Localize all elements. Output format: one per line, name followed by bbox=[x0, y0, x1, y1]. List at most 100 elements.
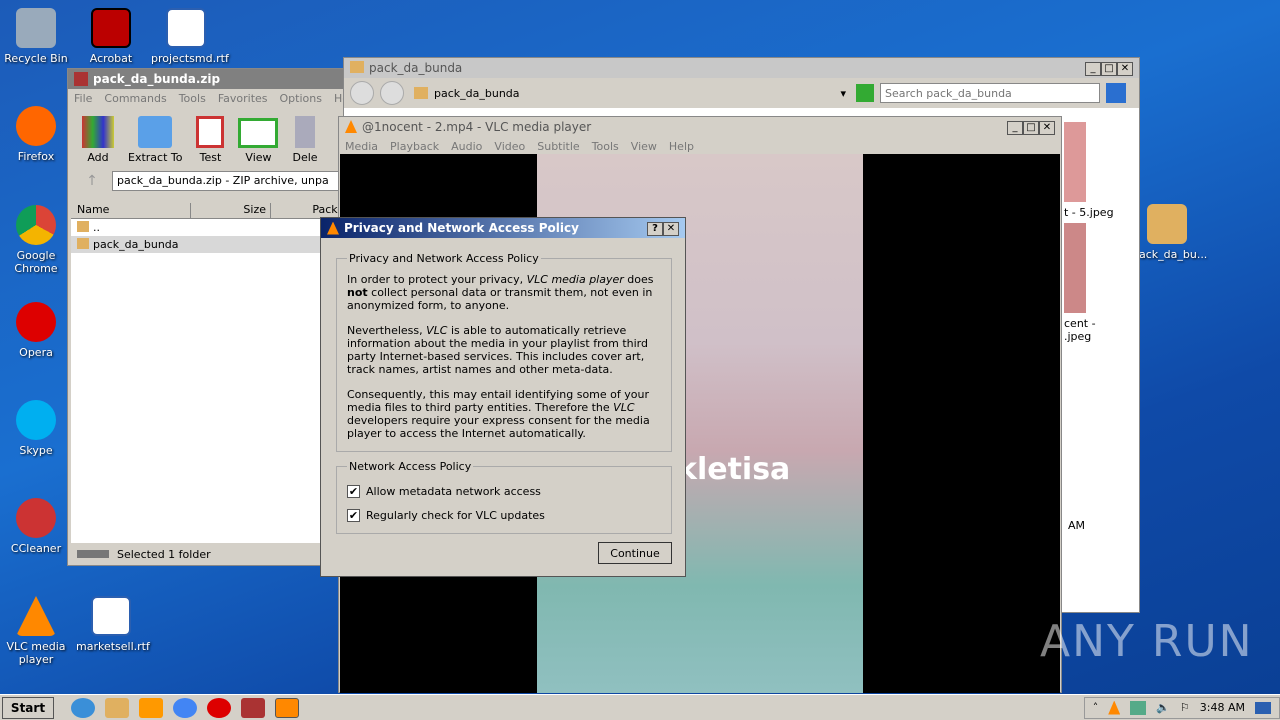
thumbnail[interactable] bbox=[1064, 223, 1086, 313]
thumbnail[interactable] bbox=[1064, 122, 1086, 202]
desktop-icon-recycle-bin[interactable]: Recycle Bin bbox=[1, 8, 71, 65]
desktop-icon-skype[interactable]: Skype bbox=[1, 400, 71, 457]
add-archive-icon bbox=[82, 116, 114, 148]
desktop-icon-folder[interactable]: pack_da_bu... bbox=[1132, 204, 1207, 261]
system-tray: ˄ 🔈 ⚐ 3:48 AM bbox=[1083, 696, 1280, 719]
help-button[interactable]: ? bbox=[647, 222, 663, 236]
delete-button[interactable]: Dele bbox=[292, 116, 318, 164]
folder-icon bbox=[77, 238, 89, 249]
check-updates-checkbox[interactable]: ✔ Regularly check for VLC updates bbox=[347, 509, 661, 522]
opera-icon[interactable] bbox=[207, 697, 231, 718]
clock[interactable]: 3:48 AM bbox=[1200, 701, 1245, 714]
winrar-titlebar: pack_da_bunda.zip bbox=[68, 69, 344, 89]
flag-icon[interactable]: ⚐ bbox=[1180, 701, 1190, 714]
search-input[interactable] bbox=[880, 83, 1100, 103]
menu-view[interactable]: View bbox=[631, 140, 657, 153]
maximize-button[interactable]: □ bbox=[1101, 62, 1117, 76]
menu-tools[interactable]: Tools bbox=[179, 92, 206, 105]
vlc-cone-icon[interactable] bbox=[275, 697, 299, 718]
menu-playback[interactable]: Playback bbox=[390, 140, 439, 153]
desktop-icon-opera[interactable]: Opera bbox=[1, 302, 71, 359]
checklist-icon bbox=[196, 116, 225, 148]
forward-button[interactable] bbox=[380, 81, 404, 105]
desktop-icon-firefox[interactable]: Firefox bbox=[1, 106, 71, 163]
continue-button[interactable]: Continue bbox=[598, 542, 672, 564]
explorer-content: t - 5.jpeg cent - .jpeg AM bbox=[1064, 122, 1134, 532]
file-row[interactable]: pack_da_bunda bbox=[71, 236, 344, 253]
menu-commands[interactable]: Commands bbox=[104, 92, 166, 105]
media-player-icon[interactable] bbox=[139, 697, 163, 718]
desktop-icon-acrobat[interactable]: Acrobat bbox=[76, 8, 146, 65]
test-button[interactable]: Test bbox=[196, 116, 225, 164]
vlc-tray-icon[interactable] bbox=[1108, 700, 1121, 715]
minimize-button[interactable]: _ bbox=[1007, 121, 1023, 135]
winrar-icon[interactable] bbox=[241, 697, 265, 718]
up-arrow-icon[interactable]: ↑ bbox=[72, 173, 112, 189]
menu-audio[interactable]: Audio bbox=[451, 140, 482, 153]
book-icon bbox=[238, 118, 279, 148]
menu-media[interactable]: Media bbox=[345, 140, 378, 153]
desktop-icon-marketsell[interactable]: marketsell.rtf bbox=[76, 596, 150, 653]
privacy-group: Privacy and Network Access Policy In ord… bbox=[336, 252, 672, 452]
chrome-icon[interactable] bbox=[173, 697, 197, 718]
skype-icon bbox=[16, 400, 56, 440]
privacy-paragraph-2: Nevertheless, VLC is able to automatical… bbox=[347, 324, 648, 376]
close-button[interactable]: ✕ bbox=[1039, 121, 1055, 135]
column-name[interactable]: Name bbox=[71, 203, 191, 218]
dialog-titlebar: Privacy and Network Access Policy ? ✕ bbox=[321, 218, 685, 238]
add-button[interactable]: Add bbox=[82, 116, 114, 164]
menu-video[interactable]: Video bbox=[494, 140, 525, 153]
taskbar: Start ˄ 🔈 ⚐ 3:48 AM bbox=[0, 694, 1280, 720]
maximize-button[interactable]: □ bbox=[1023, 121, 1039, 135]
checkbox-checked-icon: ✔ bbox=[347, 485, 360, 498]
show-hidden-icons-icon[interactable]: ˄ bbox=[1093, 701, 1099, 714]
folder-icon bbox=[414, 87, 428, 99]
drive-icon bbox=[77, 550, 109, 558]
minimize-button[interactable]: _ bbox=[1085, 62, 1101, 76]
ie-icon[interactable] bbox=[71, 697, 95, 718]
column-packed[interactable]: Packe bbox=[271, 203, 344, 218]
address-bar[interactable]: pack_da_bunda ▾ bbox=[410, 83, 850, 103]
menu-subtitle[interactable]: Subtitle bbox=[537, 140, 579, 153]
acrobat-icon bbox=[91, 8, 131, 48]
file-list: Name Size Packe .. pack_da_bunda bbox=[71, 203, 344, 543]
menu-tools[interactable]: Tools bbox=[592, 140, 619, 153]
desktop-icon-projectsmd[interactable]: projectsmd.rtf bbox=[151, 8, 229, 65]
close-button[interactable]: ✕ bbox=[663, 222, 679, 236]
winrar-statusbar: Selected 1 folder bbox=[71, 545, 344, 563]
view-button[interactable]: View bbox=[238, 118, 279, 164]
anyrun-watermark: ANY RUN bbox=[1040, 616, 1254, 667]
column-size[interactable]: Size bbox=[191, 203, 271, 218]
recycle-bin-icon bbox=[16, 8, 56, 48]
menu-help[interactable]: Help bbox=[669, 140, 694, 153]
start-button[interactable]: Start bbox=[2, 696, 54, 719]
file-row[interactable]: .. bbox=[71, 219, 344, 236]
menu-favorites[interactable]: Favorites bbox=[218, 92, 268, 105]
desktop-icon-vlc[interactable]: VLC media player bbox=[1, 596, 71, 666]
chrome-icon bbox=[16, 205, 56, 245]
search-icon[interactable] bbox=[1106, 83, 1126, 103]
close-button[interactable]: ✕ bbox=[1117, 62, 1133, 76]
show-desktop-icon[interactable] bbox=[1255, 701, 1271, 714]
network-icon[interactable] bbox=[1130, 700, 1147, 715]
menu-options[interactable]: Options bbox=[280, 92, 322, 105]
menu-file[interactable]: File bbox=[74, 92, 92, 105]
ccleaner-icon bbox=[16, 498, 56, 538]
allow-metadata-checkbox[interactable]: ✔ Allow metadata network access bbox=[347, 485, 661, 498]
winrar-window: pack_da_bunda.zip File Commands Tools Favor… bbox=[67, 68, 359, 566]
back-button[interactable] bbox=[350, 81, 374, 105]
folder-icon bbox=[1147, 204, 1187, 244]
extract-to-button[interactable]: Extract To bbox=[128, 116, 182, 164]
desktop-icon-chrome[interactable]: Google Chrome bbox=[1, 205, 71, 275]
chevron-down-icon[interactable]: ▾ bbox=[840, 87, 846, 100]
network-access-group: Network Access Policy ✔ Allow metadata ne… bbox=[336, 460, 672, 534]
explorer-navbar: pack_da_bunda ▾ bbox=[344, 78, 1139, 108]
archive-path-field[interactable]: pack_da_bunda.zip - ZIP archive, unpa bbox=[112, 171, 340, 191]
vlc-cone-icon bbox=[327, 221, 339, 235]
volume-icon[interactable]: 🔈 bbox=[1156, 701, 1170, 714]
refresh-icon[interactable] bbox=[856, 84, 874, 102]
checkbox-checked-icon: ✔ bbox=[347, 509, 360, 522]
explorer-icon[interactable] bbox=[105, 697, 129, 718]
winrar-menu: FileCommandsToolsFavoritesOptionsHelp bbox=[68, 89, 359, 108]
desktop-icon-ccleaner[interactable]: CCleaner bbox=[1, 498, 71, 555]
